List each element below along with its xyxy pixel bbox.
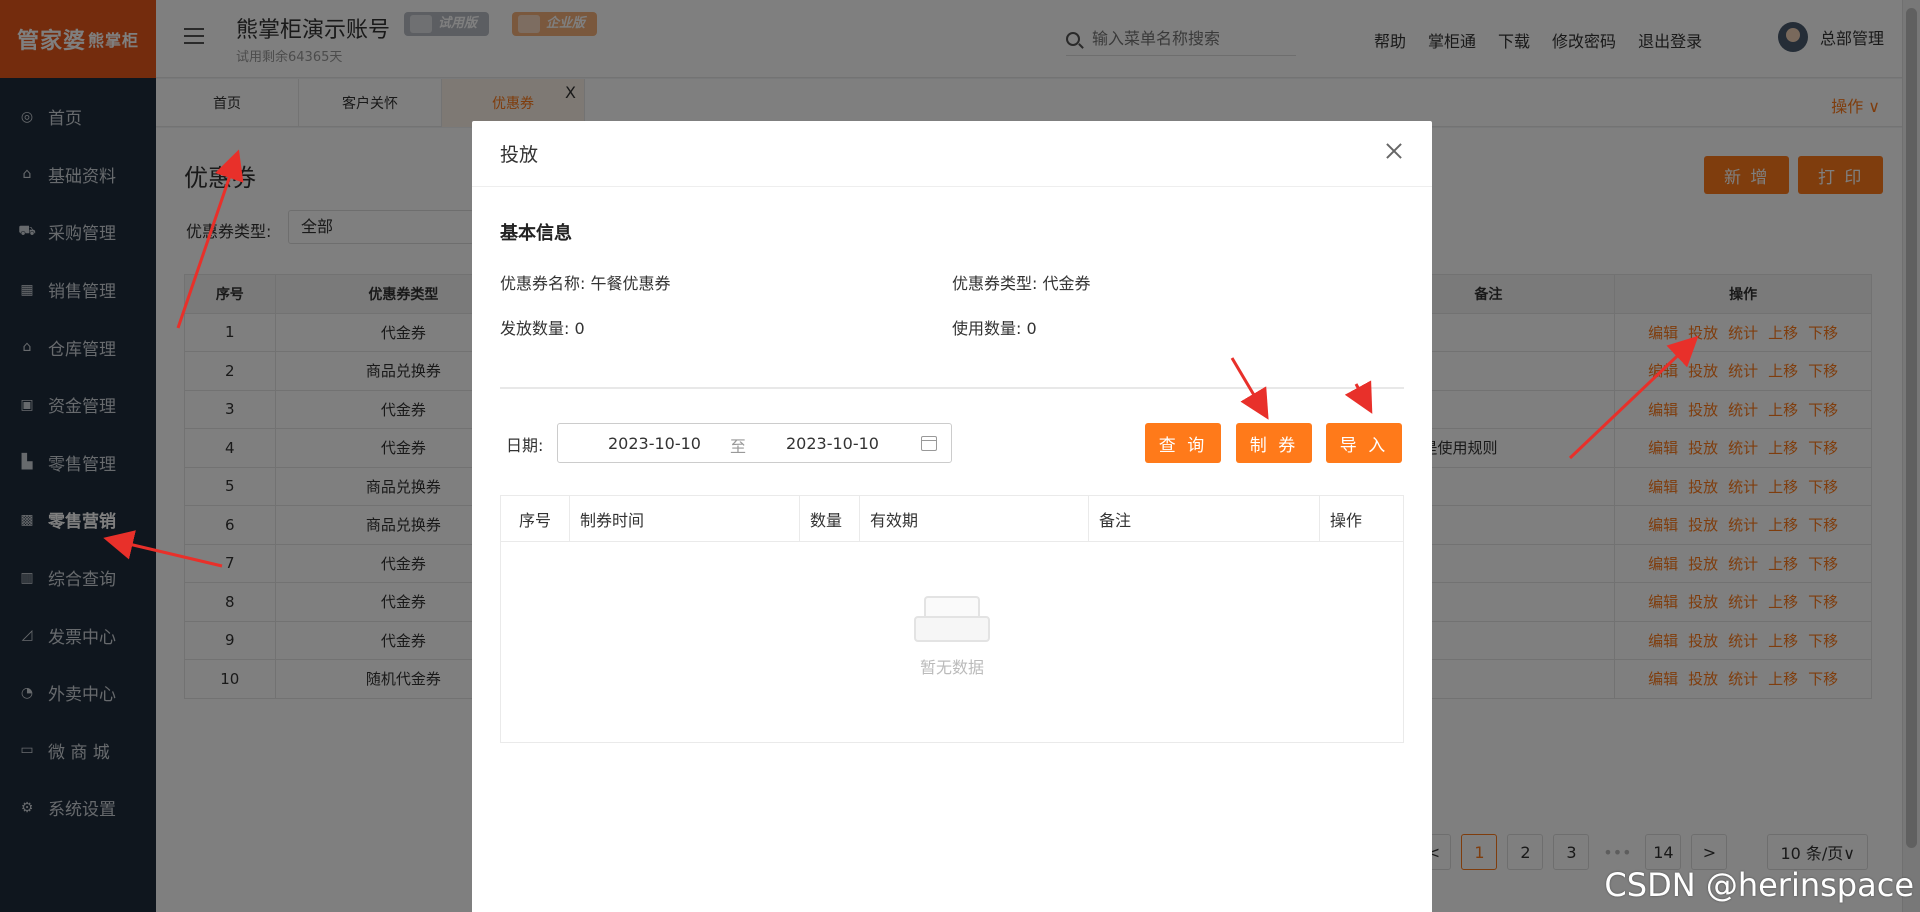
table-header: 序号 制券时间 数量 有效期 备注 操作 (501, 496, 1403, 542)
empty-text: 暂无数据 (919, 658, 984, 677)
empty-box-icon (914, 596, 990, 642)
coupon-batch-table: 序号 制券时间 数量 有效期 备注 操作 暂无数据 (500, 495, 1404, 743)
issued-qty-label: 发放数量: (500, 319, 570, 338)
col-header: 序号 (501, 496, 570, 541)
coupon-name-value: 午餐优惠券 (590, 274, 671, 293)
watermark: CSDN @herinspace (1604, 866, 1914, 904)
used-qty-value: 0 (1026, 319, 1037, 338)
section-title: 基本信息 (500, 223, 572, 244)
calendar-icon[interactable] (921, 436, 937, 451)
distribute-modal: 投放 基本信息 优惠券名称: 午餐优惠券 优惠券类型: 代金券 发放数量: 0 … (472, 121, 1432, 912)
coupon-name-label: 优惠券名称: (500, 274, 586, 293)
col-header: 有效期 (860, 496, 1089, 541)
col-header: 制券时间 (570, 496, 800, 541)
make-coupon-button[interactable]: 制 券 (1236, 423, 1312, 463)
issued-qty-info: 发放数量: 0 (500, 315, 585, 339)
coupon-type-value: 代金券 (1042, 274, 1091, 293)
used-qty-info: 使用数量: 0 (952, 315, 1037, 339)
col-header: 数量 (800, 496, 860, 541)
divider (500, 387, 1404, 389)
date-separator: 至 (730, 437, 747, 456)
col-header: 操作 (1330, 510, 1363, 530)
modal-title: 投放 (472, 121, 1432, 187)
query-button[interactable]: 查 询 (1145, 423, 1221, 463)
date-to[interactable]: 2023-10-10 (786, 434, 879, 453)
used-qty-label: 使用数量: (952, 319, 1022, 338)
coupon-name-info: 优惠券名称: 午餐优惠券 (500, 270, 671, 294)
issued-qty-value: 0 (574, 319, 585, 338)
date-range-picker[interactable]: 2023-10-10 至 2023-10-10 (557, 423, 952, 463)
col-header: 备注 (1089, 496, 1320, 541)
date-label: 日期: (506, 436, 544, 455)
coupon-type-info: 优惠券类型: 代金券 (952, 270, 1091, 294)
date-from[interactable]: 2023-10-10 (608, 434, 701, 453)
close-icon[interactable] (1384, 141, 1404, 161)
import-button[interactable]: 导 入 (1326, 423, 1402, 463)
empty-state: 暂无数据 (501, 596, 1403, 678)
coupon-type-label: 优惠券类型: (952, 274, 1038, 293)
